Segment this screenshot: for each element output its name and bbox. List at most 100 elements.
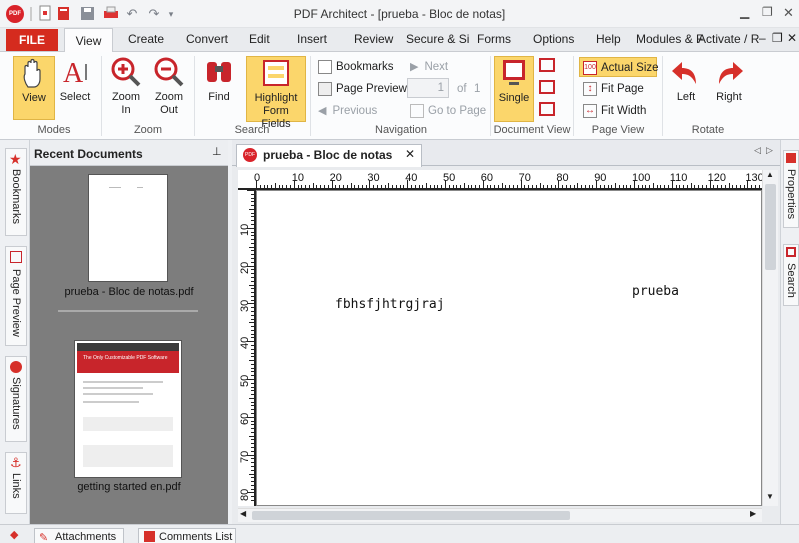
tab-help[interactable]: Help <box>596 32 621 46</box>
close-doc-icon[interactable]: ✕ <box>787 31 797 45</box>
doc-thumbnail[interactable] <box>88 174 168 282</box>
tab-review[interactable]: Review <box>354 32 393 46</box>
ruler-tick <box>251 462 254 464</box>
go-to-page-button[interactable]: Go to Page <box>410 101 486 121</box>
actual-size-button[interactable]: 100 Actual Size <box>579 57 659 77</box>
hand-icon <box>23 58 41 88</box>
ruler-tick <box>361 185 363 188</box>
tab-modules[interactable]: Modules & F <box>636 32 703 46</box>
continuous-icon[interactable] <box>539 80 555 94</box>
fit-width-label: Fit Width <box>601 105 647 117</box>
ruler-tick <box>251 356 254 358</box>
zoom-out-button[interactable]: Zoom Out <box>149 56 189 120</box>
tab-forms[interactable]: Forms <box>477 32 511 46</box>
ruler-tick <box>251 337 254 339</box>
page-number-input[interactable]: 1 <box>407 78 449 98</box>
fit-page-button[interactable]: ↕ Fit Page <box>583 79 644 99</box>
continuous-facing-icon[interactable] <box>539 102 555 116</box>
bookmarks-tab[interactable]: ★ Bookmarks <box>5 148 27 236</box>
previous-page-button[interactable]: ◀ Previous <box>318 101 377 121</box>
recent-doc-name[interactable]: prueba - Bloc de notas.pdf <box>30 286 228 298</box>
scroll-right-icon[interactable]: ▶ <box>750 509 756 518</box>
group-label-modes: Modes <box>37 124 71 136</box>
ruler-tick <box>251 484 254 486</box>
restore-icon[interactable]: ❐ <box>762 5 773 19</box>
view-mode-button[interactable]: View <box>13 56 55 120</box>
properties-tab[interactable]: Properties <box>783 150 799 228</box>
page-text-right[interactable]: prueba <box>632 284 679 299</box>
facing-pages-icon[interactable] <box>539 58 555 72</box>
page-preview-button[interactable]: Page Preview <box>318 79 407 99</box>
tab-options[interactable]: Options <box>533 32 574 46</box>
tab-convert[interactable]: Convert <box>186 32 228 46</box>
page-text-left[interactable]: fbhsfjhtrgjraj <box>335 297 445 312</box>
select-text-icon: A <box>63 58 87 88</box>
scroll-left-icon[interactable]: ◀ <box>240 509 246 518</box>
comments-list-tab[interactable]: Comments List <box>138 528 236 543</box>
binoculars-icon <box>207 62 231 82</box>
ruler-tick <box>694 185 696 188</box>
ruler-tick <box>251 235 254 237</box>
attachments-tab[interactable]: ✎ Attachments <box>34 528 124 543</box>
links-tab-label: Links <box>10 473 22 499</box>
ruler-tick <box>618 185 620 188</box>
single-page-button[interactable]: Single <box>494 56 534 122</box>
tab-create[interactable]: Create <box>128 32 164 46</box>
group-divider <box>310 56 311 136</box>
highlight-form-fields-button[interactable]: Highlight Form Fields <box>246 56 306 130</box>
close-icon[interactable]: ✕ <box>783 5 794 21</box>
fit-width-button[interactable]: ↔ Fit Width <box>583 101 646 121</box>
ruler-tick <box>414 185 416 188</box>
vertical-scroll-thumb[interactable] <box>765 184 776 270</box>
scroll-up-icon[interactable]: ▲ <box>766 170 774 179</box>
search-tab[interactable]: Search <box>783 244 799 306</box>
minimize-ribbon-icon[interactable]: – <box>759 31 766 45</box>
recent-doc-name[interactable]: getting started en.pdf <box>30 481 228 493</box>
scroll-down-icon[interactable]: ▼ <box>766 492 774 501</box>
tab-insert[interactable]: Insert <box>297 32 327 46</box>
rotate-right-button[interactable]: Right <box>710 56 748 120</box>
signatures-tab[interactable]: Signatures <box>5 356 27 442</box>
pdf-page[interactable]: fbhsfjhtrgjraj prueba <box>256 190 762 506</box>
page-preview-tab[interactable]: Page Preview <box>5 246 27 346</box>
ruler-tick <box>675 185 677 188</box>
tab-edit[interactable]: Edit <box>249 32 270 46</box>
links-tab[interactable]: ⚓ Links <box>5 452 27 514</box>
bookmarks-button[interactable]: Bookmarks <box>318 57 394 77</box>
tab-file[interactable]: FILE <box>6 29 58 51</box>
tab-scroll-right-icon[interactable]: ▷ <box>766 145 773 156</box>
ruler-tick <box>705 185 707 188</box>
bottom-panel-icon[interactable]: ◆ <box>10 528 18 541</box>
find-button[interactable]: Find <box>200 56 238 120</box>
ruler-tick <box>562 185 564 188</box>
select-mode-button[interactable]: A Select <box>57 56 93 120</box>
properties-icon <box>786 153 796 163</box>
zoom-in-button[interactable]: Zoom In <box>106 56 146 120</box>
tab-scroll-left-icon[interactable]: ◁ <box>754 145 761 156</box>
links-icon: ⚓ <box>10 455 22 470</box>
restore-ribbon-icon[interactable]: ❐ <box>772 31 783 45</box>
ruler-tick <box>249 473 254 475</box>
close-tab-icon[interactable]: ✕ <box>405 147 415 161</box>
ruler-tick <box>463 183 465 188</box>
tab-view[interactable]: View <box>64 28 113 53</box>
ruler-tick <box>247 303 254 305</box>
document-tab[interactable]: PDF prueba - Bloc de notas ✕ <box>236 144 422 167</box>
next-page-button[interactable]: ▶ Next <box>410 57 448 77</box>
minimize-icon[interactable]: ▁ <box>740 5 749 19</box>
ruler-tick <box>251 326 254 328</box>
ruler-tick <box>739 185 741 188</box>
signatures-icon <box>10 361 22 373</box>
tab-secure-sign[interactable]: Secure & Si <box>406 32 469 46</box>
ruler-tick <box>251 201 254 203</box>
rotate-left-button[interactable]: Left <box>667 56 705 120</box>
ruler-tick <box>251 250 254 252</box>
vertical-scrollbar[interactable]: ▲ ▼ <box>762 170 778 506</box>
doc-thumbnail[interactable]: The Only Customizable PDF Software <box>74 340 182 478</box>
horizontal-scroll-thumb[interactable] <box>252 511 570 520</box>
page-preview-label: Page Preview <box>336 83 407 95</box>
thumb-icon-row <box>83 417 173 431</box>
tab-activate[interactable]: Activate / R <box>698 32 759 46</box>
horizontal-scrollbar[interactable]: ◀ ▶ <box>238 508 762 522</box>
pin-icon[interactable]: ⊥ <box>212 145 222 158</box>
